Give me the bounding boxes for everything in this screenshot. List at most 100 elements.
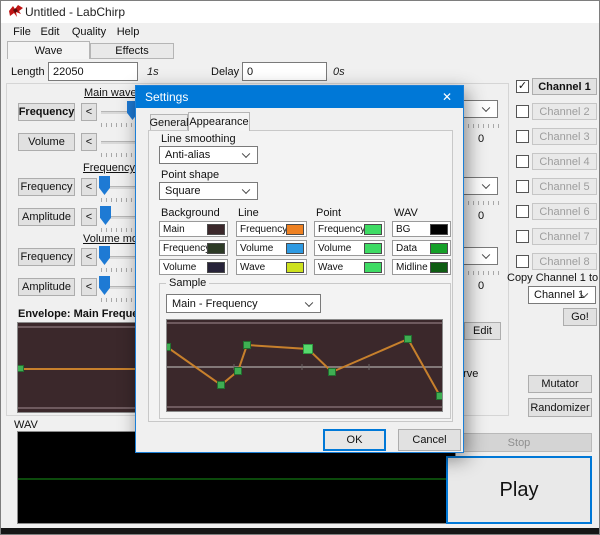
envelope-label: Envelope: Main Frequenc — [18, 308, 152, 320]
channel-checkbox-5[interactable] — [516, 180, 529, 193]
slider-value-0: 0 — [478, 133, 485, 145]
color-col-header-wav: WAV — [394, 207, 418, 219]
point-shape-select[interactable]: Square — [159, 182, 258, 200]
envelope-edit-button[interactable]: Edit — [464, 322, 501, 340]
line-smoothing-select[interactable]: Anti-alias — [159, 146, 258, 164]
channel-button-6[interactable]: Channel 6 — [532, 203, 597, 220]
sample-chart-point[interactable] — [404, 335, 412, 343]
chevron-down-icon — [481, 250, 491, 260]
channel-checkbox-6[interactable] — [516, 205, 529, 218]
mutator-button[interactable]: Mutator — [528, 375, 592, 393]
color-swatch-data[interactable] — [430, 243, 448, 254]
channel-button-4[interactable]: Channel 4 — [532, 153, 597, 170]
menu-item-file[interactable]: File — [9, 23, 35, 41]
slider-left-arrow-button[interactable]: < — [81, 278, 97, 296]
tab-effects[interactable]: Effects — [90, 43, 174, 59]
sample-chart-point[interactable] — [436, 392, 443, 400]
color-swatch-frequency[interactable] — [207, 243, 225, 254]
channel-checkbox-2[interactable] — [516, 105, 529, 118]
sample-chart-point[interactable] — [167, 343, 171, 351]
sample-preview-chart[interactable] — [166, 319, 443, 412]
color-swatch-volume[interactable] — [207, 262, 225, 273]
sample-select[interactable]: Main - Frequency — [166, 294, 321, 313]
color-cell-wav-data[interactable]: Data — [392, 240, 451, 256]
copy-channel-select[interactable]: Channel 1 — [528, 286, 596, 304]
channel-checkbox-4[interactable] — [516, 155, 529, 168]
sample-chart-point[interactable] — [234, 367, 242, 375]
channel-checkbox-8[interactable] — [516, 255, 529, 268]
stop-button[interactable]: Stop — [446, 433, 592, 452]
color-swatch-frequency[interactable] — [286, 224, 304, 235]
color-swatch-main[interactable] — [207, 224, 225, 235]
envelope-point[interactable] — [18, 365, 24, 372]
slider-left-arrow-button[interactable]: < — [81, 133, 97, 151]
color-cell-line-frequency[interactable]: Frequency — [236, 221, 307, 237]
slider-left-arrow-button[interactable]: < — [81, 103, 97, 121]
channel-button-3[interactable]: Channel 3 — [532, 128, 597, 145]
channel-button-2[interactable]: Channel 2 — [532, 103, 597, 120]
color-swatch-midline[interactable] — [430, 262, 448, 273]
channel-button-7[interactable]: Channel 7 — [532, 228, 597, 245]
length-input[interactable] — [48, 62, 138, 81]
menu-item-quality[interactable]: Quality — [67, 23, 111, 41]
color-cell-background-main[interactable]: Main — [159, 221, 228, 237]
channel-checkbox-1[interactable]: ✓ — [516, 80, 529, 93]
frequency-frequency-button[interactable]: Frequency — [18, 178, 75, 196]
main-volume-button[interactable]: Volume — [18, 133, 75, 151]
color-cell-wav-bg[interactable]: BG — [392, 221, 451, 237]
settings-tab-general[interactable]: General — [149, 114, 189, 131]
slider-ticks-partial-1 — [458, 201, 500, 205]
settings-dialog: Settings ✕ General Appearance Line smoot… — [135, 85, 464, 453]
slider-left-arrow-button[interactable]: < — [81, 178, 97, 196]
sample-chart-point[interactable] — [217, 381, 225, 389]
menu-bar: File Edit Quality Help — [1, 23, 599, 41]
cancel-button[interactable]: Cancel — [398, 429, 461, 451]
settings-dialog-title: Settings — [145, 90, 189, 104]
channel-button-5[interactable]: Channel 5 — [532, 178, 597, 195]
color-cell-wav-midline[interactable]: Midline — [392, 259, 451, 275]
color-cell-point-wave[interactable]: Wave — [314, 259, 385, 275]
slider-left-arrow-button[interactable]: < — [81, 208, 97, 226]
section-header-0: Main wave — [84, 87, 137, 99]
volume-frequency-button[interactable]: Frequency — [18, 248, 75, 266]
delay-input[interactable] — [242, 62, 327, 81]
slider-value-2: 0 — [478, 280, 485, 292]
slider-left-arrow-button[interactable]: < — [81, 248, 97, 266]
color-cell-background-frequency[interactable]: Frequency — [159, 240, 228, 256]
menu-item-edit[interactable]: Edit — [37, 23, 63, 41]
close-icon[interactable]: ✕ — [431, 86, 463, 108]
color-col-header-background: Background — [161, 207, 220, 219]
tab-wave[interactable]: Wave — [7, 41, 90, 59]
color-cell-point-frequency[interactable]: Frequency — [314, 221, 385, 237]
channel-checkbox-7[interactable] — [516, 230, 529, 243]
channel-button-8[interactable]: Channel 8 — [532, 253, 597, 270]
randomizer-button[interactable]: Randomizer — [528, 398, 592, 417]
settings-dialog-titlebar[interactable]: Settings — [136, 86, 463, 108]
ok-button[interactable]: OK — [323, 429, 386, 451]
color-swatch-wave[interactable] — [364, 262, 382, 273]
color-cell-line-wave[interactable]: Wave — [236, 259, 307, 275]
color-swatch-wave[interactable] — [286, 262, 304, 273]
sample-chart-point[interactable] — [243, 341, 251, 349]
copy-channel-value: Channel 1 — [534, 289, 585, 301]
color-swatch-volume[interactable] — [364, 243, 382, 254]
channel-button-1[interactable]: Channel 1 — [532, 78, 597, 95]
main-frequency-button[interactable]: Frequency — [18, 103, 75, 121]
color-cell-line-volume[interactable]: Volume — [236, 240, 307, 256]
volume-amplitude-button[interactable]: Amplitude — [18, 278, 75, 296]
color-cell-point-volume[interactable]: Volume — [314, 240, 385, 256]
color-cell-background-volume[interactable]: Volume — [159, 259, 228, 275]
frequency-amplitude-button[interactable]: Amplitude — [18, 208, 75, 226]
color-swatch-bg[interactable] — [430, 224, 448, 235]
channel-checkbox-3[interactable] — [516, 130, 529, 143]
sample-chart-point[interactable] — [328, 368, 336, 376]
title-bar[interactable]: Untitled - LabChirp — [1, 1, 599, 23]
settings-tab-appearance[interactable]: Appearance — [188, 112, 250, 131]
color-swatch-frequency[interactable] — [364, 224, 382, 235]
color-swatch-volume[interactable] — [286, 243, 304, 254]
menu-item-help[interactable]: Help — [113, 23, 143, 41]
play-button[interactable]: Play — [446, 456, 592, 524]
go-button[interactable]: Go! — [563, 308, 597, 326]
sample-group-label: Sample — [166, 277, 210, 289]
sample-chart-point-selected[interactable] — [303, 344, 313, 354]
